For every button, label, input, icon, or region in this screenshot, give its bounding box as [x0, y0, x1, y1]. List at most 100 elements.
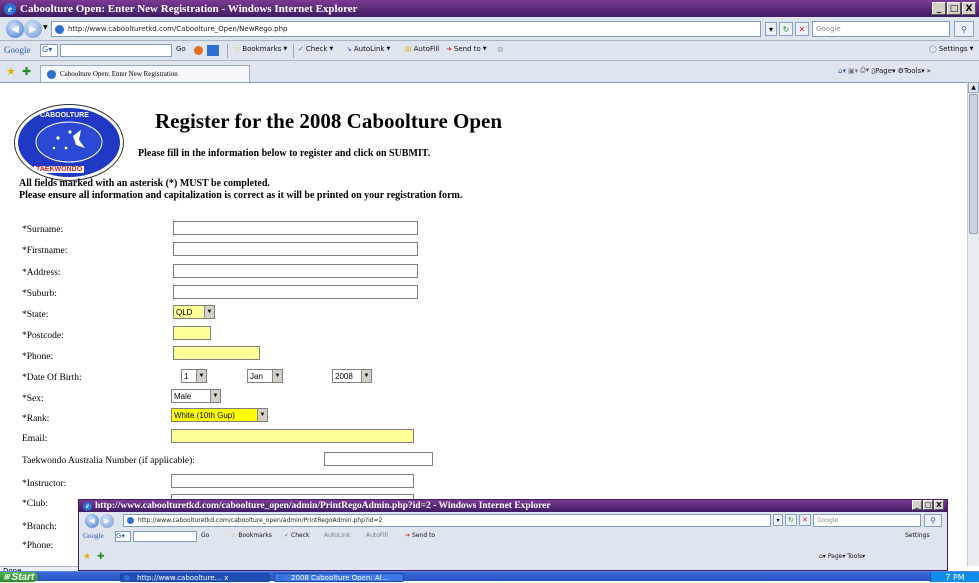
- highlight-icon[interactable]: [207, 45, 219, 56]
- minimize-button[interactable]: _: [912, 500, 922, 510]
- page-menu[interactable]: Page▾: [828, 553, 846, 560]
- check-button[interactable]: ✓ Check ▼: [298, 45, 333, 53]
- taskbar-item1-close[interactable]: x: [224, 574, 228, 581]
- email-label: Email:: [22, 434, 48, 444]
- ie-icon: e: [4, 2, 16, 15]
- scroll-thumb[interactable]: [969, 94, 978, 234]
- settings-icon: ◯: [929, 45, 937, 53]
- maximize-button[interactable]: □: [947, 2, 961, 15]
- vertical-scrollbar[interactable]: ▲: [967, 82, 979, 566]
- autolink-icon: ↘: [346, 45, 352, 53]
- page-label: Page: [875, 66, 893, 75]
- check-label: Check: [291, 532, 310, 539]
- suburb-input[interactable]: [173, 285, 418, 299]
- second-address-bar[interactable]: http://www.caboolturetkd.com/caboolture_…: [123, 514, 771, 527]
- email-input[interactable]: [171, 429, 414, 443]
- autofill-button[interactable]: AutoFill: [366, 532, 388, 539]
- tools-menu[interactable]: ⚙Tools▾: [898, 67, 925, 75]
- close-button[interactable]: X: [934, 500, 944, 510]
- print-icon[interactable]: ⎙▾: [860, 66, 869, 75]
- firstname-input[interactable]: [173, 242, 418, 256]
- second-search-input[interactable]: Google: [813, 514, 921, 527]
- surname-input[interactable]: [173, 221, 418, 235]
- state-label: *State:: [22, 310, 49, 320]
- bookmarks-button[interactable]: ☆ Bookmarks: [231, 532, 272, 539]
- address-dropdown-icon[interactable]: ▾: [773, 514, 783, 526]
- home-icon[interactable]: ⌂▾: [819, 553, 826, 560]
- dob-year-select[interactable]: 2008 ▼: [332, 369, 372, 383]
- phone-input[interactable]: [173, 346, 260, 360]
- chevron-right-icon[interactable]: »: [927, 67, 931, 75]
- google-menu-icon[interactable]: G▾: [40, 44, 58, 57]
- tools-menu[interactable]: Tools▾: [847, 553, 865, 560]
- go-button[interactable]: Go: [201, 532, 209, 539]
- minimize-button[interactable]: _: [932, 2, 946, 15]
- sendto-button[interactable]: ➜ Send to ▼: [446, 45, 487, 53]
- page-subheading: Please fill in the information below to …: [138, 148, 431, 159]
- dob-month-value: Jan: [250, 371, 263, 381]
- autofill-button[interactable]: ▤ AutoFill: [405, 45, 439, 53]
- page-favicon-icon: [55, 24, 64, 34]
- settings-label: Settings: [905, 532, 930, 539]
- capitalization-note: Please ensure all information and capita…: [19, 190, 463, 201]
- forward-button[interactable]: ▶: [100, 514, 114, 528]
- refresh-icon[interactable]: ↻: [779, 22, 793, 36]
- address-dropdown-icon[interactable]: ▾: [765, 22, 777, 36]
- maximize-button[interactable]: □: [923, 500, 933, 510]
- page-menu[interactable]: ▯Page▾: [871, 67, 895, 75]
- rank-select[interactable]: White (10th Gup) ▼: [171, 408, 268, 422]
- stop-icon[interactable]: ✕: [795, 22, 809, 36]
- dob-day-value: 1: [184, 371, 189, 381]
- add-favorites-icon[interactable]: ✚: [22, 65, 31, 78]
- search-icon[interactable]: ⚲: [924, 514, 942, 527]
- sendto-label: Send to: [453, 45, 481, 53]
- stop-icon[interactable]: ✕: [799, 514, 811, 526]
- instructor-input[interactable]: [171, 474, 414, 488]
- forward-button[interactable]: ▶: [24, 20, 42, 38]
- settings-button[interactable]: ◯ Settings ▼: [929, 45, 973, 53]
- scroll-up-icon[interactable]: ▲: [968, 82, 979, 93]
- back-button[interactable]: ◀: [6, 20, 24, 38]
- autolink-button[interactable]: AutoLink: [324, 532, 350, 539]
- search-input[interactable]: Google: [812, 21, 950, 37]
- google-toolbar: Google G▾ Go ☆ Bookmarks ▼ ✓ Check ▼ ↘ AutoLi…: [0, 41, 979, 61]
- home-icon[interactable]: ⌂▾: [838, 67, 846, 75]
- settings-button[interactable]: Settings: [905, 532, 930, 539]
- tab-active[interactable]: Caboolture Open: Enter New Registration: [40, 65, 250, 82]
- ie-icon: [124, 574, 130, 581]
- check-button[interactable]: ✓ Check: [284, 532, 310, 539]
- second-google-search-input[interactable]: [133, 531, 197, 542]
- history-dropdown-icon[interactable]: ▼: [43, 24, 48, 31]
- close-button[interactable]: X: [962, 2, 976, 15]
- go-button[interactable]: Go: [176, 45, 186, 53]
- favorites-star-icon[interactable]: ★: [83, 552, 91, 562]
- second-window-title: http://www.caboolturetkd.com/caboolture_…: [95, 501, 551, 511]
- dob-day-select[interactable]: 1 ▼: [181, 369, 207, 383]
- sex-select[interactable]: Male ▼: [171, 389, 221, 403]
- paperclip-icon[interactable]: ⊘: [497, 45, 504, 54]
- rank-label: *Rank:: [22, 414, 50, 424]
- firstname-label: *Firstname:: [22, 246, 68, 256]
- sendto-button[interactable]: ➜ Send to: [405, 532, 435, 539]
- state-select[interactable]: QLD ▼: [173, 305, 215, 319]
- google-menu-icon[interactable]: G▾: [115, 531, 131, 542]
- feeds-icon[interactable]: ▣▾: [848, 67, 858, 75]
- autolink-button[interactable]: ↘ AutoLink ▼: [346, 45, 390, 53]
- settings-label: Settings: [938, 45, 968, 53]
- bookmarks-label: Bookmarks: [242, 45, 282, 53]
- back-button[interactable]: ◀: [85, 514, 99, 528]
- search-icon[interactable]: ⚲: [954, 21, 974, 37]
- address-input[interactable]: [173, 264, 418, 278]
- page-label: Page: [827, 553, 843, 560]
- dob-month-select[interactable]: Jan ▼: [247, 369, 283, 383]
- address-bar[interactable]: http://www.caboolturetkd.com/Caboolture_…: [51, 21, 761, 37]
- refresh-icon[interactable]: ↻: [785, 514, 797, 526]
- bookmarks-button[interactable]: ☆ Bookmarks ▼: [234, 45, 287, 53]
- ta-number-input[interactable]: [324, 452, 433, 466]
- autolink-label: AutoLink: [353, 45, 385, 53]
- postcode-input[interactable]: [173, 326, 211, 340]
- chevron-down-icon: ▼: [204, 306, 214, 318]
- favorites-star-icon[interactable]: ★: [6, 65, 16, 78]
- google-search-input[interactable]: [60, 44, 172, 57]
- add-favorites-icon[interactable]: ✚: [97, 552, 105, 562]
